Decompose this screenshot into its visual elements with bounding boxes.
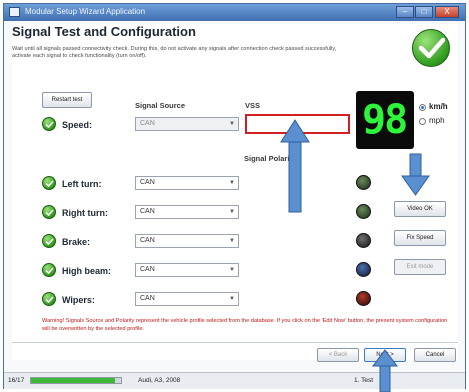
annotation-arrow-next bbox=[372, 349, 398, 392]
annotation-arrow-video-ok bbox=[401, 153, 430, 196]
annotation-arrow-vss bbox=[280, 119, 310, 213]
annotation-arrows bbox=[280, 119, 430, 392]
